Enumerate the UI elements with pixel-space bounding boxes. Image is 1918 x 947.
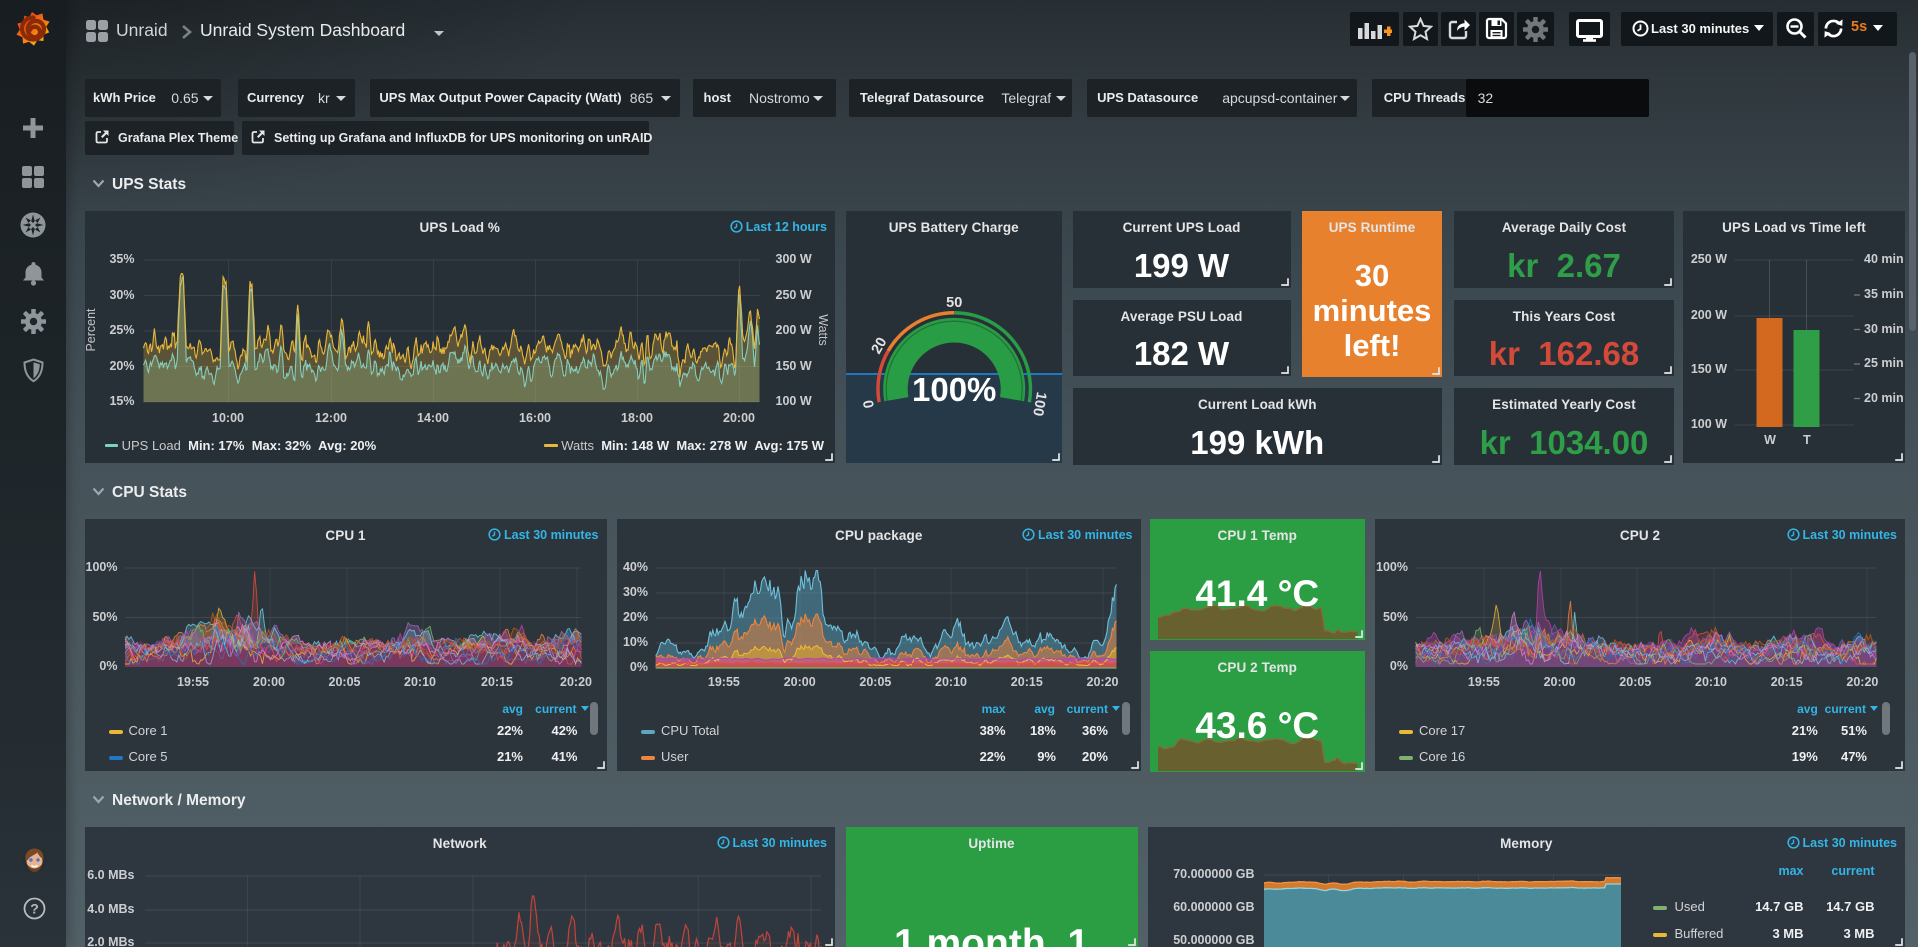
svg-text:100%: 100% — [911, 371, 995, 408]
svg-text:?: ? — [30, 901, 39, 917]
svg-text:50: 50 — [946, 295, 962, 311]
